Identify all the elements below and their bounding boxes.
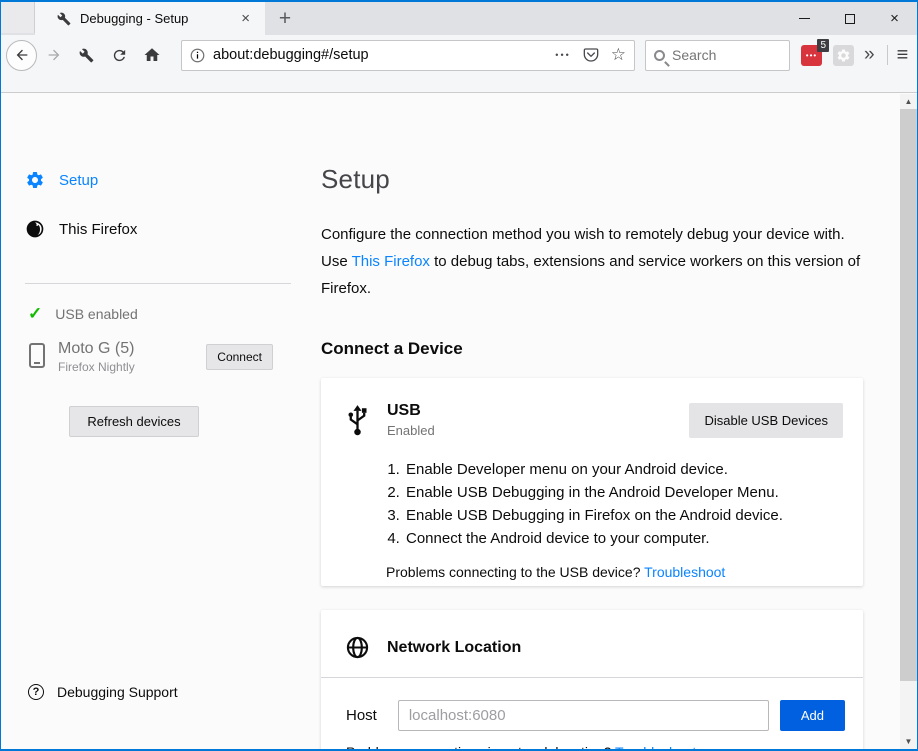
url-bar[interactable]: ••• ☆: [181, 40, 635, 71]
tab-title: Debugging - Setup: [80, 11, 236, 26]
overflow-menu-icon[interactable]: »: [864, 44, 875, 66]
search-input[interactable]: [672, 47, 762, 63]
home-button[interactable]: [137, 40, 167, 70]
extension-button-red[interactable]: ••• 5: [801, 45, 822, 66]
info-icon: [190, 48, 205, 63]
globe-icon: [346, 636, 369, 659]
usb-card-status: Enabled: [387, 423, 689, 438]
debugging-support-label: Debugging Support: [57, 684, 178, 700]
sidebar-this-firefox-label: This Firefox: [59, 221, 137, 238]
check-icon: ✓: [28, 304, 42, 324]
usb-steps-list: Enable Developer menu on your Android de…: [404, 458, 863, 550]
hamburger-menu-icon[interactable]: ≡: [897, 44, 909, 67]
wrench-icon: [79, 48, 94, 63]
search-bar[interactable]: [645, 40, 790, 71]
tab-debugging-setup[interactable]: Debugging - Setup ×: [35, 2, 265, 35]
gear-icon: [25, 170, 45, 190]
page-content: Setup This Firefox ✓ USB enabled Moto G …: [1, 94, 917, 749]
extension-button-gray[interactable]: [833, 45, 854, 66]
wrench-icon: [57, 12, 71, 26]
disable-usb-devices-button[interactable]: Disable USB Devices: [689, 403, 843, 438]
forward-button[interactable]: [39, 40, 69, 70]
this-firefox-link[interactable]: This Firefox: [352, 253, 430, 270]
usb-card: USB Enabled Disable USB Devices Enable D…: [321, 378, 863, 586]
titlebar-spacer: [1, 2, 35, 33]
url-input[interactable]: [213, 47, 555, 63]
host-label: Host: [346, 707, 377, 724]
debugging-support-link[interactable]: ? Debugging Support: [28, 684, 178, 700]
page-title: Setup: [321, 164, 863, 195]
usb-step-item: Enable USB Debugging in Firefox on the A…: [404, 504, 863, 527]
search-icon: [654, 50, 665, 61]
firefox-window: Debugging - Setup × + ×: [0, 0, 918, 751]
main-panel: Setup Configure the connection method yo…: [321, 94, 863, 749]
usb-step-item: Enable USB Debugging in the Android Deve…: [404, 481, 863, 504]
navigation-toolbar: ••• ☆ ••• 5 » ≡: [1, 35, 917, 93]
usb-status-label: USB enabled: [55, 306, 138, 322]
maximize-button[interactable]: [827, 2, 872, 35]
usb-troubleshoot-link[interactable]: Troubleshoot: [644, 564, 725, 580]
forward-icon: [46, 47, 62, 63]
extension-gear-icon: [836, 48, 851, 63]
add-button[interactable]: Add: [780, 700, 845, 731]
bookmark-star-icon[interactable]: ☆: [611, 45, 626, 65]
usb-status-row: ✓ USB enabled: [28, 304, 138, 324]
scrollbar-thumb[interactable]: [900, 109, 917, 681]
back-icon: [14, 47, 30, 63]
toolbar-separator: [887, 45, 888, 65]
device-runtime: Firefox Nightly: [58, 360, 206, 374]
sidebar: Setup This Firefox ✓ USB enabled Moto G …: [1, 94, 297, 749]
connect-a-device-heading: Connect a Device: [321, 339, 863, 359]
maximize-icon: [845, 14, 855, 24]
close-button[interactable]: ×: [872, 2, 917, 35]
pocket-icon[interactable]: [583, 47, 599, 63]
developer-tools-button[interactable]: [71, 40, 101, 70]
firefox-icon: [25, 219, 45, 239]
titlebar: Debugging - Setup × + ×: [1, 2, 917, 35]
minimize-icon: [799, 18, 810, 19]
sidebar-divider: [25, 283, 291, 284]
page-actions-icon[interactable]: •••: [555, 50, 570, 60]
usb-step-item: Connect the Android device to your compu…: [404, 527, 863, 550]
new-tab-button[interactable]: +: [271, 4, 299, 33]
intro-paragraph: Configure the connection method you wish…: [321, 221, 863, 302]
usb-step-item: Enable Developer menu on your Android de…: [404, 458, 863, 481]
home-icon: [143, 46, 161, 64]
minimize-button[interactable]: [782, 2, 827, 35]
reload-icon: [111, 47, 128, 64]
tab-close-icon[interactable]: ×: [236, 10, 255, 27]
sidebar-setup-label: Setup: [59, 172, 98, 189]
question-icon: ?: [28, 684, 44, 700]
reload-button[interactable]: [104, 40, 134, 70]
phone-icon: [29, 343, 45, 368]
network-troubleshoot-link[interactable]: Troubleshoot: [615, 744, 696, 749]
usb-problems-text: Problems connecting to the USB device?: [386, 564, 644, 580]
refresh-devices-button[interactable]: Refresh devices: [69, 406, 199, 437]
scroll-up-icon[interactable]: ▲: [900, 94, 917, 109]
usb-card-title: USB: [387, 402, 689, 420]
device-row: Moto G (5) Firefox Nightly Connect: [29, 340, 273, 374]
device-name: Moto G (5): [58, 340, 206, 358]
sidebar-item-this-firefox[interactable]: This Firefox: [25, 219, 137, 239]
back-button[interactable]: [6, 40, 37, 71]
host-row: Host Add: [321, 678, 863, 731]
connect-button[interactable]: Connect: [206, 344, 273, 370]
host-input[interactable]: [398, 700, 769, 731]
usb-problems-line: Problems connecting to the USB device? T…: [386, 564, 863, 580]
extension-badge: 5: [817, 39, 829, 52]
sidebar-item-setup[interactable]: Setup: [25, 170, 98, 190]
network-location-card: Network Location Host Add Problems conne…: [321, 610, 863, 749]
network-problems-line: Problems connecting via network location…: [346, 744, 863, 749]
network-problems-text: Problems connecting via network location…: [346, 744, 615, 749]
window-controls: ×: [782, 2, 917, 35]
network-card-title: Network Location: [387, 639, 843, 657]
scroll-down-icon[interactable]: ▼: [900, 734, 917, 749]
vertical-scrollbar[interactable]: ▲ ▼: [900, 94, 917, 749]
usb-icon: [346, 405, 369, 436]
